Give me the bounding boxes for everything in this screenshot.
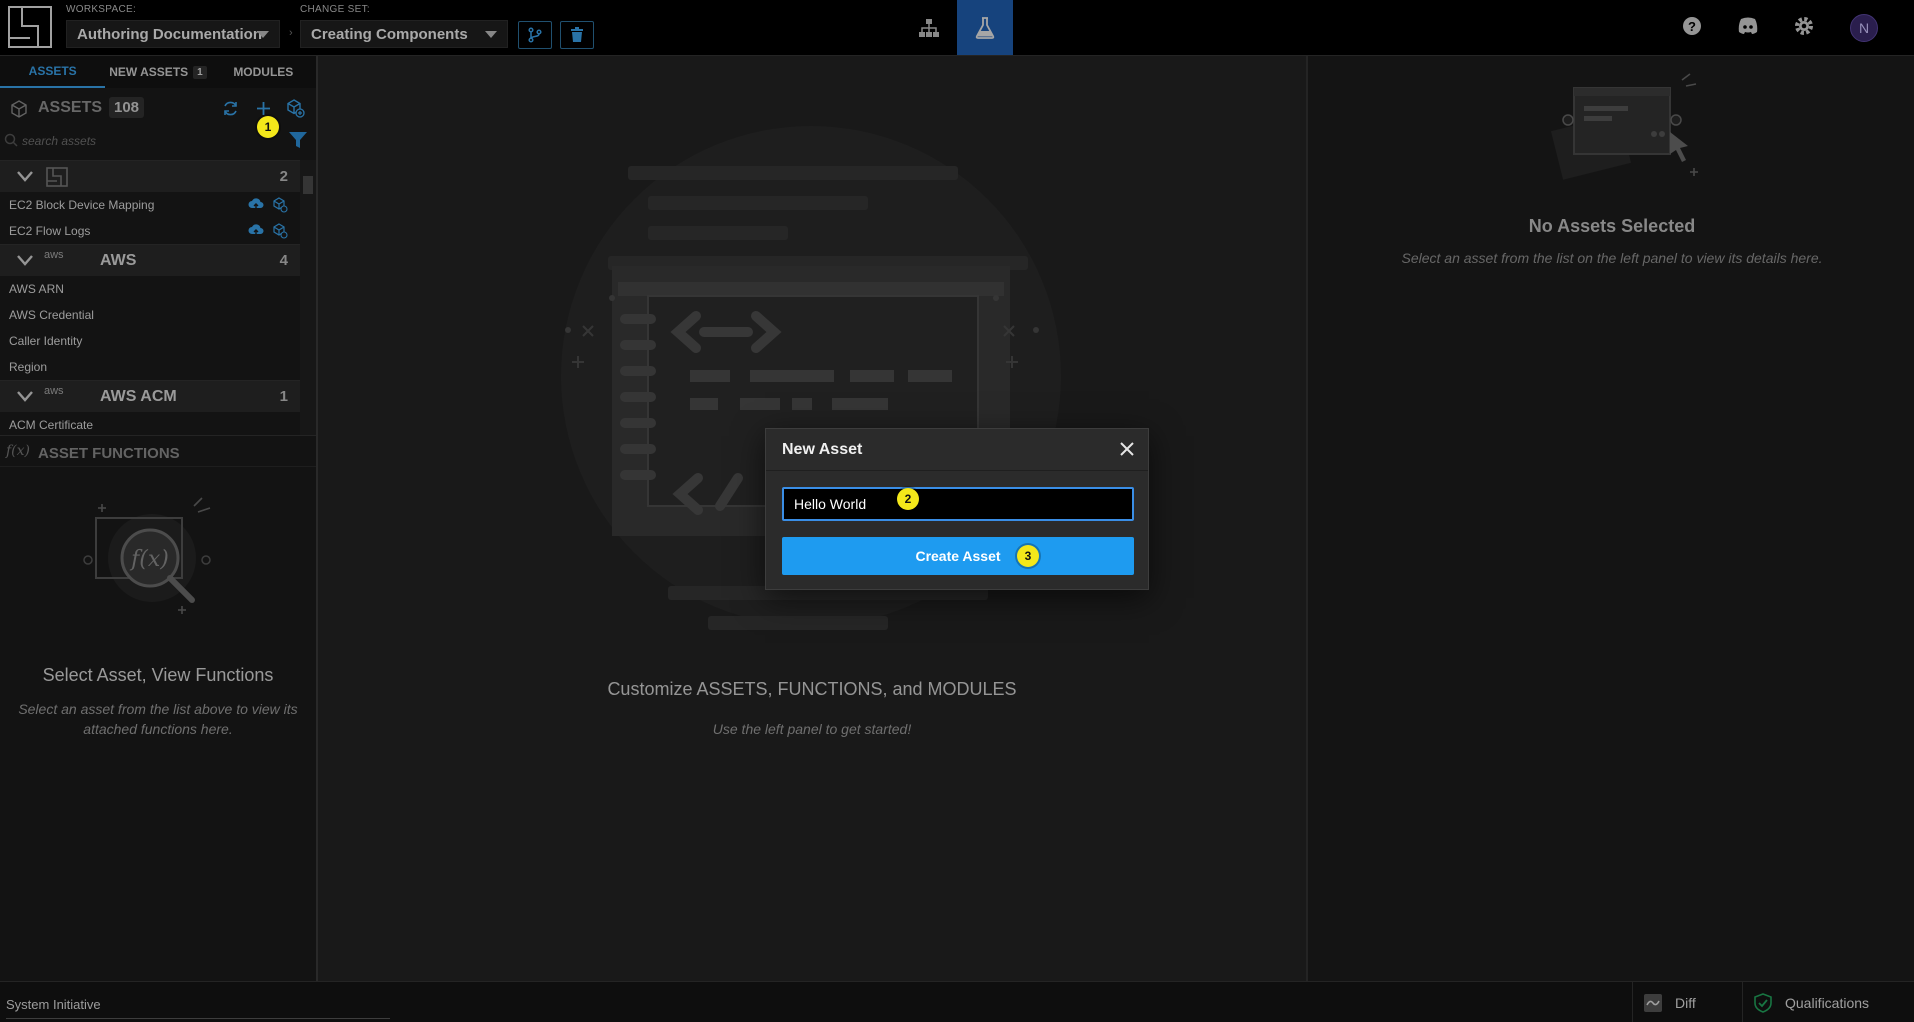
new-asset-modal: New Asset Create Asset xyxy=(765,428,1149,590)
modal-title: New Asset xyxy=(782,441,863,458)
close-icon xyxy=(1120,442,1134,456)
step-marker: 1 xyxy=(257,116,279,138)
step-marker: 2 xyxy=(897,488,919,510)
asset-name-input[interactable] xyxy=(782,487,1134,521)
modal-header: New Asset xyxy=(766,429,1148,471)
step-marker: 3 xyxy=(1017,545,1039,567)
create-asset-button[interactable]: Create Asset xyxy=(782,537,1134,575)
close-button[interactable] xyxy=(1116,438,1138,460)
